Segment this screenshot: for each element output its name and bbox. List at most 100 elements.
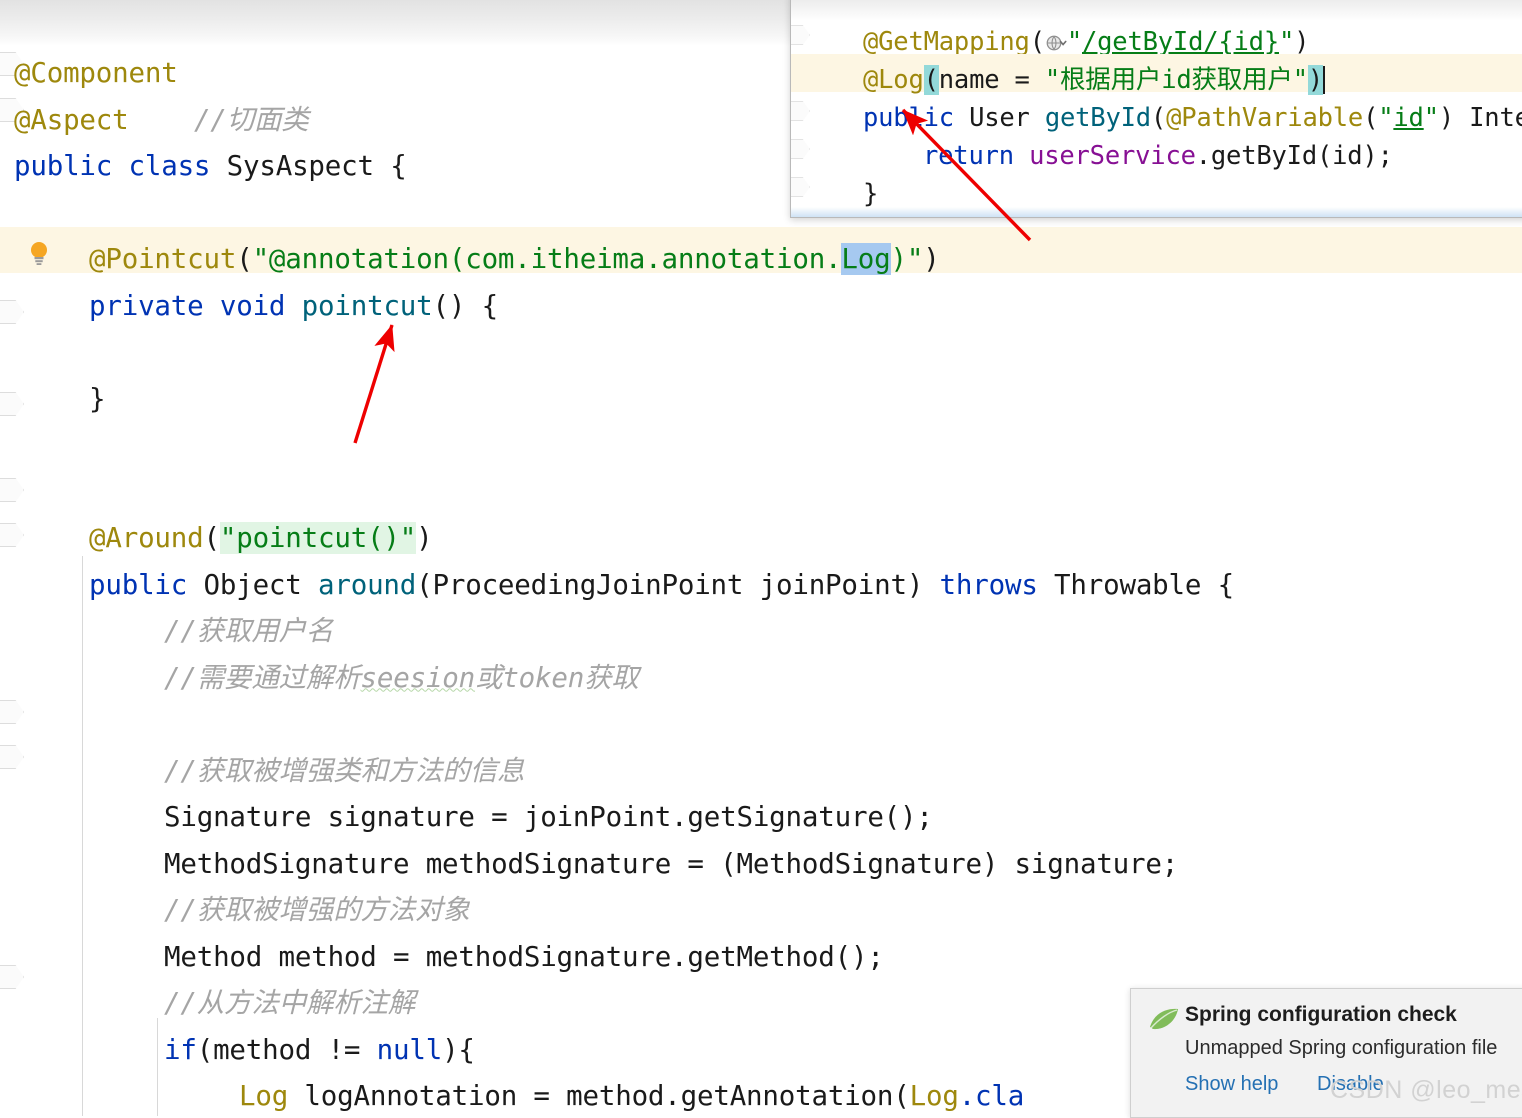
popup-code-line[interactable]: public User getById(@PathVariable("id") …	[863, 99, 1522, 137]
popup-fold-marker	[791, 139, 810, 159]
indent-guide	[82, 556, 83, 1116]
code-token: "pointcut()"	[219, 522, 417, 554]
code-token: (method !=	[196, 1033, 377, 1066]
code-fold-marker[interactable]	[0, 478, 24, 502]
code-token: public	[14, 150, 113, 182]
code-token: around	[318, 568, 417, 601]
code-token: seesion	[360, 661, 476, 694]
code-line[interactable]: if(method != null){	[164, 1027, 475, 1074]
code-token: class	[128, 150, 211, 182]
code-token: .getById(id);	[1195, 141, 1393, 171]
code-token: @Pointcut	[89, 243, 237, 275]
code-token: void	[219, 289, 286, 322]
code-line[interactable]: public Object around(ProceedingJoinPoint…	[89, 562, 1234, 609]
code-fold-marker[interactable]	[0, 523, 24, 547]
code-line[interactable]: MethodSignature methodSignature = (Metho…	[164, 841, 1178, 888]
code-fold-marker[interactable]	[0, 745, 24, 769]
code-token: //获取用户名	[164, 615, 334, 647]
code-token: public	[89, 568, 188, 601]
popup-top-shadow	[791, 0, 1522, 21]
code-fold-marker[interactable]	[0, 392, 24, 416]
code-token: Log	[239, 1080, 289, 1112]
code-token: name =	[938, 65, 1045, 95]
code-token: (	[1363, 103, 1379, 133]
code-line[interactable]: public class SysAspect {	[14, 143, 407, 190]
code-token: }	[89, 382, 106, 415]
popup-fold-marker	[791, 177, 810, 197]
popup-fold-marker	[791, 101, 810, 121]
intention-bulb-icon[interactable]	[28, 234, 50, 265]
globe-icon[interactable]	[1045, 32, 1067, 54]
code-token: throws	[939, 568, 1038, 601]
code-token: )"	[890, 243, 924, 275]
code-line[interactable]: Log logAnnotation = method.getAnnotation…	[239, 1073, 1024, 1116]
spring-leaf-icon	[1150, 1008, 1178, 1030]
code-token: null	[376, 1033, 443, 1066]
code-token: //切面类	[193, 103, 309, 136]
code-fold-marker[interactable]	[0, 700, 24, 724]
code-token: (	[236, 243, 253, 275]
code-line[interactable]: @Around("pointcut()")	[89, 515, 433, 562]
code-token: (	[1029, 27, 1045, 57]
code-token: @PathVariable	[1166, 103, 1364, 133]
notification-body: Unmapped Spring configuration file	[1185, 1037, 1498, 1059]
code-token: )	[923, 243, 940, 275]
code-line[interactable]: @Component	[14, 50, 178, 97]
code-token: )	[1307, 65, 1324, 95]
code-token: Method method = methodSignature.getMetho…	[164, 940, 884, 973]
code-token: "根据用户id获取用户"	[1044, 65, 1308, 95]
code-token: logAnnotation = method.getAnnotation(	[288, 1080, 910, 1112]
code-line[interactable]: @Aspect //切面类	[14, 97, 309, 144]
code-token: () {	[432, 289, 499, 322]
code-token: getById	[1044, 103, 1151, 133]
code-line[interactable]: //获取被增强的方法对象	[164, 887, 470, 934]
code-token: Object	[187, 568, 318, 601]
code-token: (ProceedingJoinPoint joinPoint)	[416, 568, 940, 601]
code-token: @GetMapping	[863, 27, 1030, 57]
code-token: User	[953, 103, 1045, 133]
code-token: "@annotation(com.itheima.annotation.	[252, 243, 842, 275]
code-token: @Component	[14, 57, 178, 89]
popup-code-line[interactable]: @Log(name = "根据用户id获取用户")	[863, 61, 1326, 99]
code-token: @Around	[89, 522, 204, 554]
code-token: //获取被增强的方法对象	[164, 894, 470, 926]
code-token: )	[416, 522, 433, 554]
text-caret	[1323, 66, 1326, 94]
code-fold-marker[interactable]	[0, 300, 24, 324]
code-token: //获取被增强类和方法的信息	[164, 754, 525, 787]
code-token: "	[1278, 27, 1295, 57]
code-line[interactable]: Method method = methodSignature.getMetho…	[164, 934, 884, 981]
code-line[interactable]: //从方法中解析注解	[164, 980, 415, 1027]
code-token: (	[1150, 103, 1167, 133]
code-line[interactable]: Signature signature = joinPoint.getSigna…	[164, 794, 933, 841]
code-token: /getById/{id}	[1082, 27, 1279, 57]
code-token: .cla	[958, 1080, 1025, 1112]
code-token: "	[1423, 103, 1439, 133]
code-line[interactable]: private void pointcut() {	[89, 283, 498, 330]
code-token: Log	[909, 1080, 959, 1112]
code-line[interactable]: //获取被增强类和方法的信息	[164, 748, 525, 795]
code-line[interactable]: //需要通过解析seesion或token获取	[164, 655, 639, 702]
code-token: ) Inte	[1438, 103, 1522, 133]
code-line[interactable]: //获取用户名	[164, 608, 333, 655]
code-token: Throwable {	[1037, 568, 1234, 601]
code-token: (	[203, 522, 221, 554]
notification-title: Spring configuration check	[1185, 1003, 1457, 1026]
code-token: //需要通过解析	[164, 661, 361, 694]
code-line[interactable]: }	[89, 376, 106, 423]
code-token: if	[164, 1033, 197, 1066]
code-token: ){	[442, 1033, 475, 1066]
indent-guide	[157, 1018, 158, 1116]
popup-bottom-edge	[791, 207, 1522, 217]
code-token: }	[863, 179, 879, 209]
show-help-link[interactable]: Show help	[1185, 1073, 1278, 1096]
popup-code-line[interactable]: return userService.getById(id);	[923, 137, 1393, 175]
code-line[interactable]: @Pointcut("@annotation(com.itheima.annot…	[89, 236, 940, 283]
code-preview-popup[interactable]: @GetMapping("/getById/{id}") @Log(name = …	[790, 0, 1522, 218]
code-fold-marker[interactable]	[0, 965, 24, 989]
popup-fold-marker	[791, 25, 810, 45]
code-token: "	[1066, 27, 1082, 57]
